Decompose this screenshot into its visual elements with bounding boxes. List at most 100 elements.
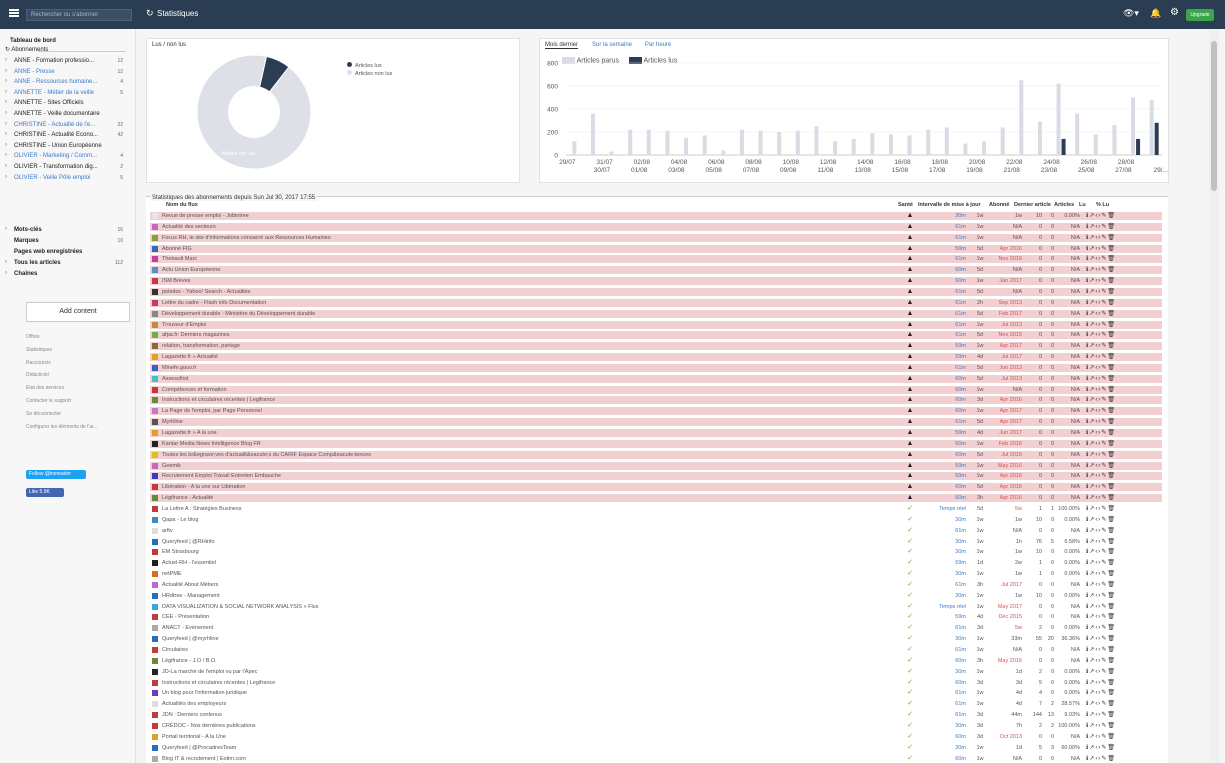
feed-name[interactable]: Thebault Marc bbox=[162, 255, 197, 263]
bar-published[interactable] bbox=[758, 130, 763, 155]
feed-name[interactable]: Portail territorial - A la Une bbox=[162, 733, 226, 741]
trash-icon[interactable]: 🗑 bbox=[1107, 289, 1116, 295]
feed-name[interactable]: Queryfeed | @ProcadresTeam bbox=[162, 744, 236, 752]
sidebar-link[interactable]: Raccourcis bbox=[26, 360, 51, 366]
col-header-pct[interactable]: % Lu bbox=[1096, 202, 1109, 208]
trash-icon[interactable]: 🗑 bbox=[1107, 539, 1116, 545]
trash-icon[interactable]: 🗑 bbox=[1107, 332, 1116, 338]
feed-name[interactable]: EM Strasbourg bbox=[162, 548, 199, 556]
table-row[interactable]: Myrhline ▲ 61m 5d Apr 2017 0 0 N/A ℹ↗‹›✎🗑 bbox=[150, 418, 1162, 427]
bar-published[interactable] bbox=[590, 113, 595, 155]
table-row[interactable]: Geemik ▲ 59m 1w May 2016 0 0 N/A ℹ↗‹›✎🗑 bbox=[150, 461, 1162, 470]
bar-read[interactable] bbox=[1154, 122, 1159, 155]
feed-name[interactable]: Myrhline bbox=[162, 418, 183, 426]
bar-published[interactable] bbox=[684, 137, 689, 155]
trash-icon[interactable]: 🗑 bbox=[1107, 387, 1116, 393]
feed-name[interactable]: Focus RH, le site d'informations consacr… bbox=[162, 234, 331, 242]
add-content-button[interactable]: Add content bbox=[26, 302, 130, 322]
trash-icon[interactable]: 🗑 bbox=[1107, 376, 1116, 382]
feed-name[interactable]: Toutes les br&egrave;ves d'actualit&eacu… bbox=[162, 451, 371, 459]
table-row[interactable]: Actuel-RH - l'essentiel ✓ 59m 1d 2w 1 0 0.00% ℹ↗… bbox=[150, 559, 1162, 567]
bar-published[interactable] bbox=[944, 127, 949, 155]
search-input[interactable]: Rechercher ou s'abonner bbox=[26, 9, 132, 21]
feed-name[interactable]: Un blog pour l'information juridique bbox=[162, 689, 247, 697]
bar-published[interactable] bbox=[739, 129, 744, 155]
trash-icon[interactable]: 🗑 bbox=[1107, 473, 1116, 479]
table-row[interactable]: Actualité About Métiers ✓ 61m 3h Jul 2017 0 0 N… bbox=[150, 581, 1162, 589]
trash-icon[interactable]: 🗑 bbox=[1107, 311, 1116, 317]
table-row[interactable]: CEE - Présentation ✓ 59m 4d Dec 2015 0 0 N/A ℹ↗‹… bbox=[150, 613, 1162, 621]
feed-name[interactable]: Actuel-RH - l'essentiel bbox=[162, 559, 216, 567]
trash-icon[interactable]: 🗑 bbox=[1107, 593, 1116, 599]
trash-icon[interactable]: 🗑 bbox=[1107, 397, 1116, 403]
table-row[interactable]: Compétences et formation ▲ 60m 1w N/A 0 0 N/A ℹ↗… bbox=[150, 385, 1162, 394]
trash-icon[interactable]: 🗑 bbox=[1107, 278, 1116, 284]
trash-icon[interactable]: 🗑 bbox=[1107, 213, 1116, 219]
feed-name[interactable]: Lagazette.fr » A la une bbox=[162, 429, 217, 437]
sidebar-folder-item[interactable]: ANNE - Formation professio... bbox=[14, 57, 94, 66]
feed-name[interactable]: La Page de l'emploi, par Page Personnel bbox=[162, 407, 262, 415]
trash-icon[interactable]: 🗑 bbox=[1107, 669, 1116, 675]
table-row[interactable]: Libération - A la une sur Libération ▲ 60m… bbox=[150, 483, 1162, 492]
sidebar-link[interactable]: Configurer les éléments de l'ar... bbox=[26, 424, 98, 430]
col-header-articles[interactable]: Articles bbox=[1054, 202, 1074, 208]
trash-icon[interactable]: 🗑 bbox=[1107, 604, 1116, 610]
feed-name[interactable]: Minefe.gouv.fr bbox=[162, 364, 196, 372]
trash-icon[interactable]: 🗑 bbox=[1107, 680, 1116, 686]
trash-icon[interactable]: 🗑 bbox=[1107, 267, 1116, 273]
bar-published[interactable] bbox=[1075, 113, 1080, 155]
sidebar-link[interactable]: Contacter le support bbox=[26, 398, 71, 404]
trash-icon[interactable]: 🗑 bbox=[1107, 452, 1116, 458]
feed-name[interactable]: Actualité des secteurs bbox=[162, 223, 216, 231]
trash-icon[interactable]: 🗑 bbox=[1107, 625, 1116, 631]
trash-icon[interactable]: 🗑 bbox=[1107, 549, 1116, 555]
trash-icon[interactable]: 🗑 bbox=[1107, 745, 1116, 751]
sidebar-item-keywords[interactable]: Mots-clés bbox=[14, 226, 42, 235]
table-row[interactable]: afpa.fr: Derniers magazines ▲ 61m 5d Nov 201… bbox=[150, 331, 1162, 340]
trash-icon[interactable]: 🗑 bbox=[1107, 647, 1116, 653]
table-row[interactable]: Minefe.gouv.fr ▲ 61m 5d Jun 2013 0 0 N/A ℹ↗‹›✎🗑 bbox=[150, 363, 1162, 372]
feed-name[interactable]: ISM Brèves bbox=[162, 277, 190, 285]
table-row[interactable]: Blog IT & recrutement | Eotim.com ✓ 60m 1w N… bbox=[150, 755, 1162, 763]
bar-published[interactable] bbox=[665, 130, 670, 155]
scrollbar[interactable] bbox=[1209, 29, 1219, 763]
feed-name[interactable]: JD-La marché de l'emploi vu par l'Apec bbox=[162, 668, 257, 676]
table-row[interactable]: netPME ✓ 30m 1w 1w 1 0 0.00% ℹ↗‹›✎🗑 bbox=[150, 570, 1162, 578]
feed-name[interactable]: arftv bbox=[162, 527, 173, 535]
eye-icon[interactable]: 👁▾ bbox=[1123, 8, 1139, 19]
trash-icon[interactable]: 🗑 bbox=[1107, 712, 1116, 718]
trash-icon[interactable]: 🗑 bbox=[1107, 636, 1116, 642]
bar-published[interactable] bbox=[814, 126, 819, 155]
sidebar-folder-item[interactable]: CHRISTINE - Actualité de l'e... bbox=[14, 121, 95, 130]
sidebar-folder-item[interactable]: CHRISTINE - Actualité Econo... bbox=[14, 131, 98, 140]
trash-icon[interactable]: 🗑 bbox=[1107, 734, 1116, 740]
bar-published[interactable] bbox=[1149, 99, 1154, 155]
feed-name[interactable]: CRÉDOC - Nos dernières publications bbox=[162, 722, 256, 730]
feed-name[interactable]: Lettre du cadre - Flash info Documentati… bbox=[162, 299, 266, 307]
scrollbar-thumb[interactable] bbox=[1211, 41, 1217, 191]
bar-published[interactable] bbox=[1131, 97, 1136, 156]
feed-name[interactable]: poledoc - Yahoo! Search - Actualités bbox=[162, 288, 250, 296]
trash-icon[interactable]: 🗑 bbox=[1107, 495, 1116, 501]
bar-published[interactable] bbox=[777, 132, 782, 155]
bar-published[interactable] bbox=[833, 141, 838, 155]
table-row[interactable]: Instructions et circulaires récentes | L… bbox=[150, 679, 1162, 687]
bar-read[interactable] bbox=[1136, 138, 1141, 155]
feed-name[interactable]: Actualités des employeurs bbox=[162, 700, 226, 708]
trash-icon[interactable]: 🗑 bbox=[1107, 246, 1116, 252]
feed-name[interactable]: relation, transformation, partage bbox=[162, 342, 240, 350]
table-row[interactable]: Développement durable - Ministère du Dév… bbox=[150, 309, 1162, 318]
feed-name[interactable]: Trouveur d'Emploi bbox=[162, 321, 206, 329]
refresh-icon[interactable]: ↻ bbox=[146, 8, 154, 19]
table-row[interactable]: Légifrance - J.O / B.O. ✓ 60m 3h May 2016 0 0 N… bbox=[150, 657, 1162, 665]
col-header-last[interactable]: Dernier article bbox=[1014, 202, 1051, 208]
sidebar-link[interactable]: Statistiques bbox=[26, 347, 52, 353]
bar-published[interactable] bbox=[926, 129, 931, 155]
table-row[interactable]: Queryfeed | @myrhline ✓ 30m 1w 33m 55 20 36.36%… bbox=[150, 635, 1162, 643]
trash-icon[interactable]: 🗑 bbox=[1107, 430, 1116, 436]
table-row[interactable]: relation, transformation, partage ▲ 59m 1w A… bbox=[150, 342, 1162, 351]
bar-published[interactable] bbox=[1019, 80, 1024, 155]
bar-published[interactable] bbox=[870, 133, 875, 155]
trash-icon[interactable]: 🗑 bbox=[1107, 517, 1116, 523]
table-row[interactable]: Instructions et circulaires récentes | L… bbox=[150, 396, 1162, 405]
